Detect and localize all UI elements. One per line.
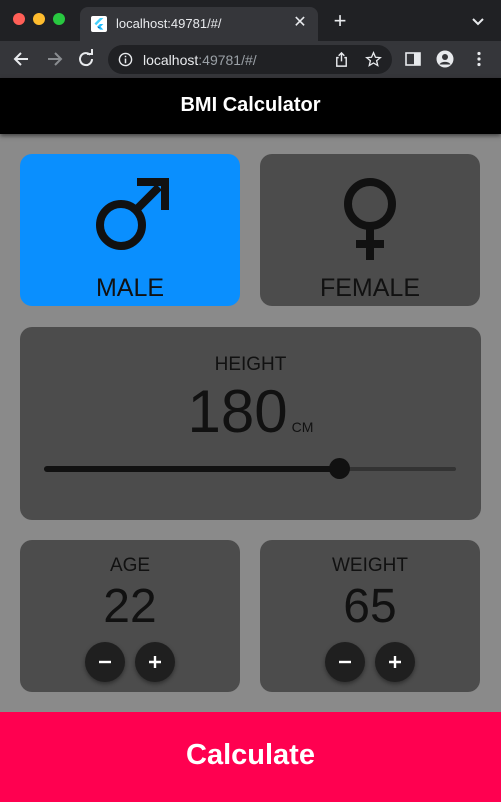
male-symbol-icon bbox=[96, 178, 169, 250]
new-tab-button[interactable]: + bbox=[330, 10, 350, 32]
maximize-window-button[interactable] bbox=[53, 13, 65, 25]
profile-avatar-icon[interactable] bbox=[436, 50, 454, 68]
flutter-icon bbox=[91, 16, 107, 32]
age-label: AGE bbox=[109, 555, 151, 576]
height-readout: 180 CM bbox=[20, 377, 481, 446]
app-bar: BMI Calculator bbox=[0, 78, 501, 134]
app-body: MALE FEMALE HEIGHT 180 CM AGE 22 WEIGHT 6… bbox=[0, 134, 501, 712]
male-label: MALE bbox=[95, 274, 165, 302]
app-title: BMI Calculator bbox=[180, 94, 321, 116]
minus-icon bbox=[339, 660, 351, 664]
close-window-button[interactable] bbox=[13, 13, 25, 25]
height-slider-fill bbox=[44, 466, 339, 472]
weight-value: 65 bbox=[343, 580, 397, 633]
share-icon[interactable] bbox=[333, 51, 350, 68]
browser-tab-strip: localhost:49781/#/ ✕ + bbox=[0, 0, 501, 41]
height-slider[interactable] bbox=[44, 458, 456, 479]
weight-card: WEIGHT 65 bbox=[260, 540, 480, 692]
minimize-window-button[interactable] bbox=[33, 13, 45, 25]
bookmark-star-icon[interactable] bbox=[365, 51, 382, 68]
plus-icon bbox=[149, 656, 161, 668]
back-arrow-icon[interactable] bbox=[12, 49, 32, 69]
address-bar[interactable]: localhost:49781/#/ bbox=[108, 45, 392, 74]
height-unit: CM bbox=[291, 419, 314, 435]
more-menu-icon[interactable] bbox=[470, 50, 488, 68]
age-decrement-button[interactable] bbox=[85, 642, 125, 682]
female-label: FEMALE bbox=[319, 274, 421, 302]
height-label: HEIGHT bbox=[214, 354, 287, 375]
age-card: AGE 22 bbox=[20, 540, 240, 692]
height-slider-thumb[interactable] bbox=[328, 458, 350, 479]
forward-arrow-icon[interactable] bbox=[44, 49, 64, 69]
calculate-label: Calculate bbox=[186, 739, 315, 771]
side-panel-icon[interactable] bbox=[404, 50, 422, 68]
minus-icon bbox=[99, 660, 111, 664]
weight-increment-button[interactable] bbox=[375, 642, 415, 682]
plus-icon bbox=[389, 656, 401, 668]
tab-title: localhost:49781/#/ bbox=[116, 16, 222, 31]
calculate-button[interactable]: Calculate bbox=[0, 712, 501, 802]
browser-toolbar: localhost:49781/#/ bbox=[0, 41, 501, 78]
tab-close-icon[interactable]: ✕ bbox=[292, 14, 308, 32]
male-card[interactable]: MALE bbox=[20, 154, 240, 306]
age-value: 22 bbox=[103, 580, 157, 633]
url-text: localhost:49781/#/ bbox=[143, 52, 257, 68]
height-card: HEIGHT 180 CM bbox=[20, 327, 481, 520]
tab-search-chevron-icon[interactable] bbox=[468, 14, 488, 30]
reload-icon[interactable] bbox=[76, 49, 96, 69]
browser-tab[interactable]: localhost:49781/#/ ✕ bbox=[80, 7, 318, 41]
height-value: 180 bbox=[187, 378, 288, 445]
site-info-icon[interactable] bbox=[118, 52, 133, 67]
weight-label: WEIGHT bbox=[332, 555, 408, 576]
female-card[interactable]: FEMALE bbox=[260, 154, 480, 306]
age-increment-button[interactable] bbox=[135, 642, 175, 682]
female-symbol-icon bbox=[344, 178, 396, 260]
weight-decrement-button[interactable] bbox=[325, 642, 365, 682]
